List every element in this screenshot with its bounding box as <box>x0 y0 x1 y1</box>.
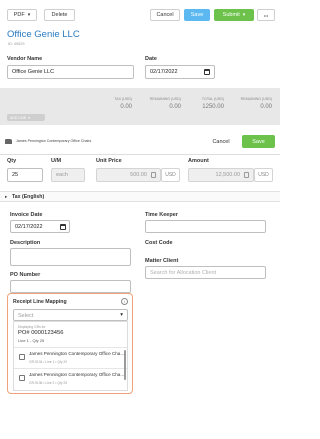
calendar-icon[interactable] <box>60 224 66 230</box>
add-line-button[interactable]: ADD LINE ▾ <box>7 114 45 121</box>
pdf-label: PDF <box>13 12 25 18</box>
remaining-value-2: 0.00 <box>260 104 272 110</box>
chevron-down-icon: ▾ <box>28 115 30 120</box>
uom-field[interactable]: each <box>51 168 85 182</box>
time-keeper-field[interactable] <box>145 220 266 233</box>
receipt-option[interactable]: James Pennington Contemporary Office Cha… <box>14 347 127 367</box>
submit-button[interactable]: Submit ▾ <box>214 9 254 21</box>
page-title: Office Genie LLC <box>7 29 80 40</box>
vendor-name-field[interactable]: Office Genie LLC <box>7 65 134 79</box>
matter-client-placeholder: Search for Allocation Client <box>150 269 217 276</box>
total-header: TOTAL (USD) <box>201 97 224 101</box>
invoice-date-label: Invoice Date <box>10 212 43 218</box>
option-subtitle: GR-9134 • Line 1 • Qty 20 <box>29 360 68 364</box>
delete-button[interactable]: Delete <box>44 9 75 21</box>
toolbar: PDF ▾ Delete Cancel Save Submit ▾ ••• <box>0 0 280 26</box>
amount-value: 12,500.00 <box>215 172 240 178</box>
more-options-button[interactable]: ••• <box>257 9 275 21</box>
description-label: Description <box>10 240 41 246</box>
tax-value: 0.00 <box>120 104 132 110</box>
matter-client-label: Matter Client <box>145 258 179 264</box>
option-title: James Pennington Contemporary Office Cha… <box>29 372 125 377</box>
scrollbar[interactable] <box>124 350 126 380</box>
chevron-right-icon[interactable]: ▸ <box>5 194 7 200</box>
calculator-icon[interactable] <box>244 172 249 178</box>
line-cancel-button[interactable]: Cancel <box>205 135 237 148</box>
save-button[interactable]: Save <box>184 9 210 21</box>
add-line-label: ADD LINE <box>10 115 27 120</box>
chevron-down-icon: ▾ <box>27 12 31 18</box>
amount-field[interactable]: 12,500.00 <box>188 168 254 182</box>
vendor-name-label: Vendor Name <box>7 56 43 62</box>
unit-price-value: 500.00 <box>130 172 147 178</box>
select-placeholder: Select <box>18 313 34 319</box>
checkbox[interactable] <box>19 354 25 360</box>
receipt-line-mapping-panel: Receipt Line Mapping i Select ▾ Displayi… <box>7 293 133 394</box>
receipt-line-select[interactable]: Select ▾ <box>13 309 128 321</box>
remaining-header-2: REMAINING (USD) <box>240 97 272 101</box>
pdf-dropdown-button[interactable]: PDF ▾ <box>7 9 37 21</box>
calculator-icon[interactable] <box>151 172 156 178</box>
unit-price-field[interactable]: 500.00 <box>96 168 161 182</box>
matter-client-field[interactable]: Search for Allocation Client <box>145 266 266 279</box>
po-number: PO# 0000123456 <box>18 330 64 336</box>
po-number-label: PO Number <box>10 272 41 278</box>
submit-label: Submit <box>222 12 240 18</box>
date-field[interactable]: 02/17/2022 <box>145 65 215 79</box>
remaining-value: 0.00 <box>169 104 181 110</box>
chair-icon <box>5 139 12 144</box>
info-icon[interactable]: i <box>121 298 128 305</box>
chevron-down-icon: ▾ <box>242 12 246 18</box>
option-title: James Pennington Contemporary Office Cha… <box>29 351 125 356</box>
po-number-field[interactable] <box>10 280 131 293</box>
amount-currency: USD <box>254 168 273 182</box>
receipt-option[interactable]: James Pennington Contemporary Office Cha… <box>14 368 127 388</box>
qty-field[interactable]: 25 <box>7 168 43 182</box>
option-subtitle: GR-9136 • Line 2 • Qty 25 <box>29 381 68 385</box>
cost-code-label: Cost Code <box>145 240 173 246</box>
receipt-line-mapping-label: Receipt Line Mapping <box>13 299 67 305</box>
po-line: Line 1 - Qty 25 <box>18 338 45 343</box>
uom-label: U/M <box>51 158 62 164</box>
cancel-button[interactable]: Cancel <box>150 9 180 21</box>
line-item-description: James Pennington Contemporary Office Cha… <box>16 139 92 143</box>
time-keeper-label: Time Keeper <box>145 212 178 218</box>
description-field[interactable] <box>10 248 131 266</box>
tax-header: TAX (USD) <box>114 97 132 101</box>
document-id: ID: 49029 <box>8 42 25 46</box>
qty-label: Qty <box>7 158 17 164</box>
unit-price-label: Unit Price <box>96 158 122 164</box>
invoice-date-value: 02/17/2022 <box>15 223 43 230</box>
date-label: Date <box>145 56 157 62</box>
chevron-down-icon: ▾ <box>120 312 123 318</box>
tax-section-label: Tax (English) <box>12 194 45 200</box>
unit-price-currency: USD <box>161 168 180 182</box>
calendar-icon[interactable] <box>204 69 210 75</box>
total-value: 1250.00 <box>202 104 224 110</box>
checkbox[interactable] <box>19 375 25 381</box>
receipt-line-dropdown: Displaying GRs for PO# 0000123456 Line 1… <box>13 321 128 391</box>
remaining-header: REMAINING (USD) <box>149 97 181 101</box>
date-value: 02/17/2022 <box>150 69 178 75</box>
amount-label: Amount <box>188 158 209 164</box>
line-save-button[interactable]: Save <box>242 135 275 148</box>
invoice-date-field[interactable]: 02/17/2022 <box>10 220 70 233</box>
context-label: Displaying GRs for <box>18 325 46 329</box>
